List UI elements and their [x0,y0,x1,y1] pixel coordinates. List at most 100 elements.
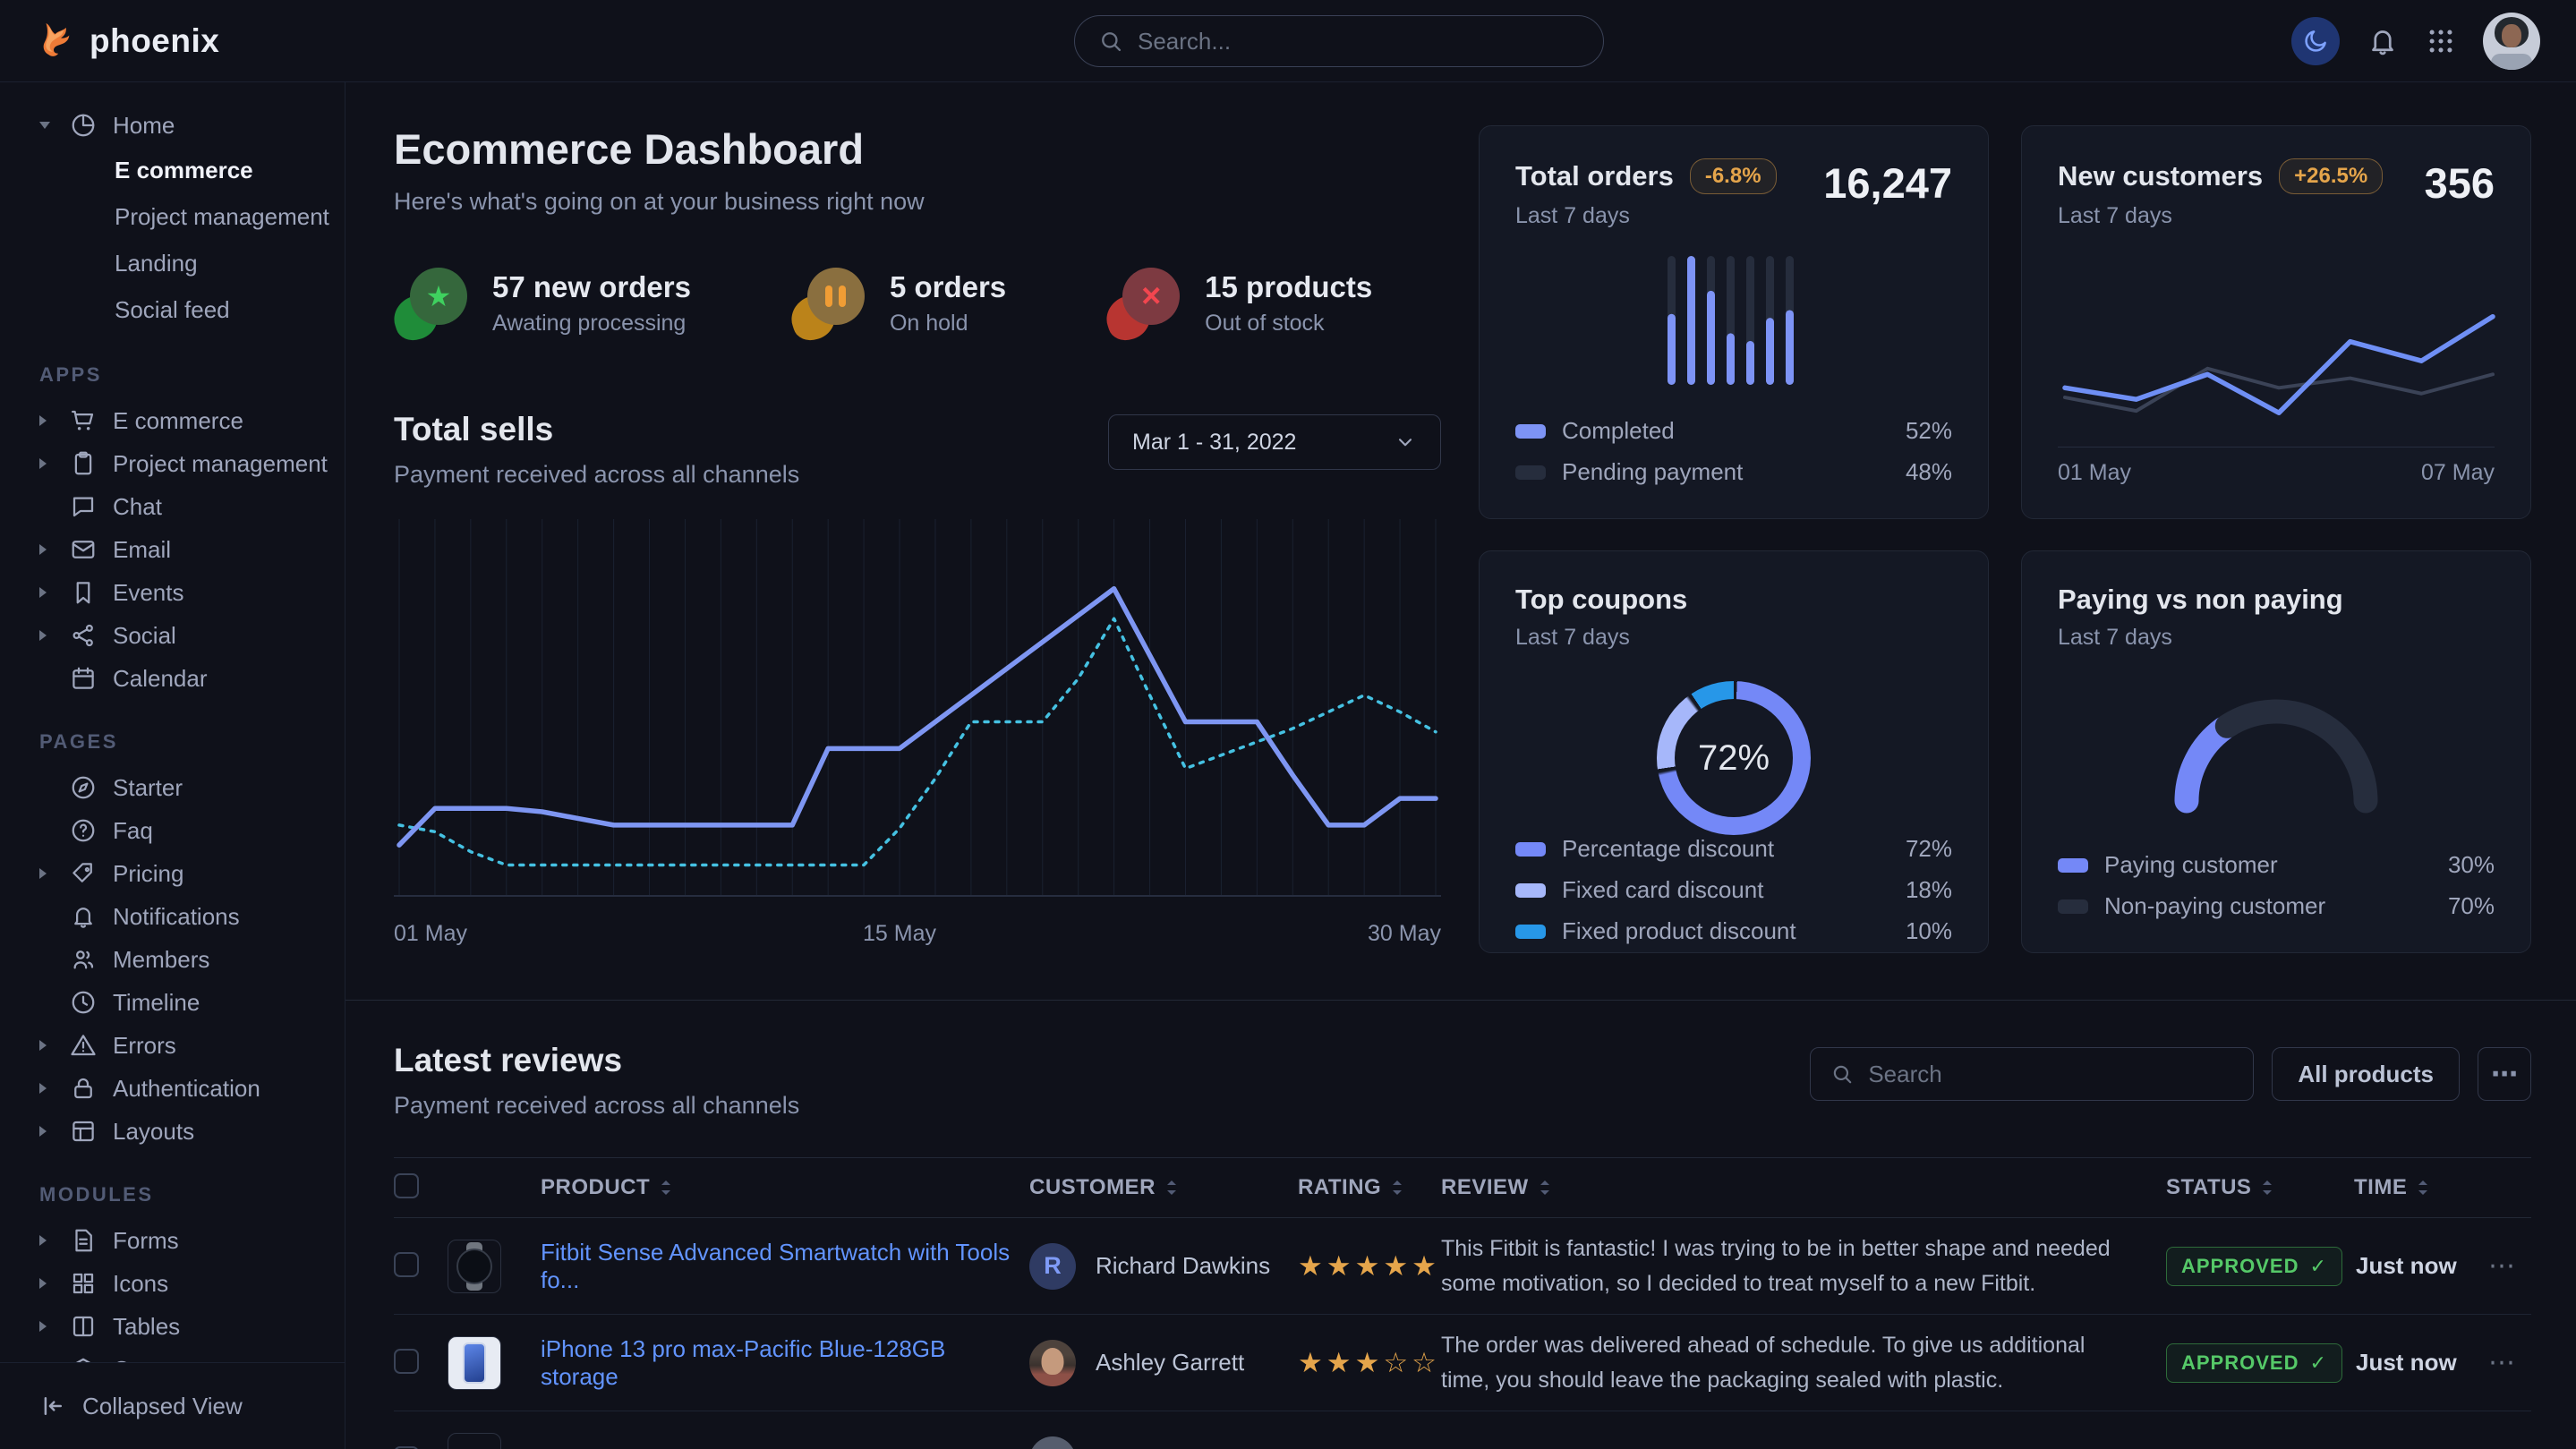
legend-label: Completed [1562,417,1675,445]
legend-swatch [1515,424,1546,439]
stat-value: 15 products [1205,270,1372,304]
customer-name: Ashley Garrett [1096,1349,1244,1377]
sidebar-item-timeline[interactable]: Timeline [0,981,345,1024]
clock-icon-wrap [70,989,100,1016]
x-tick: 15 May [863,921,936,947]
sidebar-item-project-management[interactable]: Project management [0,442,345,485]
new-customers-value: 356 [2425,158,2495,208]
question-circle-icon-wrap [70,817,100,844]
review-row-2: iPhone 13 pro max-Pacific Blue-128GB sto… [394,1315,2531,1411]
caret-slot [39,1083,57,1094]
column-header-customer[interactable]: CUSTOMER [1020,1175,1289,1200]
date-range-value: Mar 1 - 31, 2022 [1132,430,1296,456]
sidebar-item-errors[interactable]: Errors [0,1024,345,1067]
dashboard-top-section: Ecommerce Dashboard Here's what's going … [345,82,2576,957]
sidebar-subitem-e-commerce[interactable]: E commerce [0,147,345,193]
apps-grid-button[interactable] [2426,26,2456,56]
row-checkbox-cell [394,1252,448,1280]
product-cell: Fitbit Sense Advanced Smartwatch with To… [448,1239,1020,1294]
avatar-face-shape [2502,24,2521,47]
sidebar-item-pricing[interactable]: Pricing [0,852,345,895]
caret-slot [39,1278,57,1289]
coupons-donut-chart: 72% [1657,681,1811,835]
sidebar: HomeE commerceProject managementLandingS… [0,82,345,1449]
sidebar-item-chat[interactable]: Chat [0,485,345,528]
stat-label: On hold [890,311,1006,337]
sidebar-item-home[interactable]: Home [0,104,345,147]
column-header-review[interactable]: REVIEW [1432,1175,2157,1200]
notifications-button[interactable] [2367,25,2399,57]
reviews-search-input[interactable] [1868,1061,2233,1088]
grid-4-icon-wrap [70,1270,100,1297]
stat-label: Awating processing [492,311,691,337]
collapsed-view-toggle[interactable]: Collapsed View [0,1381,345,1431]
caret-slot [39,1126,57,1137]
column-header-label: REVIEW [1441,1175,1529,1200]
row-checkbox[interactable] [394,1349,419,1374]
legend-item-pending-payment: Pending payment48% [1515,458,1952,486]
caret-slot [39,122,57,129]
caret-slot [39,1040,57,1051]
pause-icon [807,268,865,325]
series-previous-period [2065,369,2493,411]
stat-value: 5 orders [890,270,1006,304]
column-header-product[interactable]: PRODUCT [448,1175,1020,1200]
phoenix-logo-icon [36,21,77,62]
sidebar-subitem-social-feed[interactable]: Social feed [0,286,345,333]
row-actions-icon[interactable]: ⋯ [2488,1348,2515,1377]
table-icon-wrap [70,1313,100,1340]
sidebar-item-components[interactable]: Components [0,1348,345,1362]
sidebar-item-social[interactable]: Social [0,614,345,657]
sidebar-item-tables[interactable]: Tables [0,1305,345,1348]
sidebar-item-e-commerce[interactable]: E commerce [0,399,345,442]
brand[interactable]: phoenix [36,21,219,62]
sidebar-item-layouts[interactable]: Layouts [0,1110,345,1153]
select-all-checkbox[interactable] [394,1173,419,1198]
sort-icon [2260,1178,2274,1198]
column-header-time[interactable]: TIME [2345,1175,2488,1200]
status-cell: APPROVED✓ [2157,1247,2345,1286]
row-checkbox[interactable] [394,1252,419,1277]
sidebar-item-label: Project management [113,450,328,478]
sidebar-item-notifications[interactable]: Notifications [0,895,345,938]
sidebar-item-authentication[interactable]: Authentication [0,1067,345,1110]
row-checkbox[interactable] [394,1446,419,1449]
compass-icon-wrap [70,774,100,801]
rating-stars: ★★★★★ [1298,1250,1440,1282]
time-cell: Just now [2345,1252,2488,1280]
bell-icon [70,903,97,930]
product-link[interactable]: iPhone 13 pro max-Pacific Blue-128GB sto… [541,1335,1020,1391]
product-link[interactable]: Fitbit Sense Advanced Smartwatch with To… [541,1239,1020,1294]
caret-slot [39,868,57,879]
legend-value: 10% [1906,917,1952,945]
sidebar-item-label: Errors [113,1032,176,1060]
row-actions-icon[interactable]: ⋯ [2488,1251,2515,1281]
sidebar-item-members[interactable]: Members [0,938,345,981]
sidebar-item-email[interactable]: Email [0,528,345,571]
sidebar-item-icons[interactable]: Icons [0,1262,345,1305]
sidebar-subitem-label: E commerce [115,157,253,184]
theme-toggle-button[interactable] [2291,17,2340,65]
topnav: phoenix [0,0,2576,82]
total-orders-card: Total orders -6.8% Last 7 days 16,247 Co… [1479,125,1989,519]
sidebar-item-faq[interactable]: Faq [0,809,345,852]
sidebar-item-starter[interactable]: Starter [0,766,345,809]
chat-icon [70,493,97,520]
sidebar-item-events[interactable]: Events [0,571,345,614]
column-header-rating[interactable]: RATING [1289,1175,1432,1200]
sidebar-item-calendar[interactable]: Calendar [0,657,345,700]
column-header-label: CUSTOMER [1029,1175,1156,1200]
reviews-table: PRODUCT CUSTOMER RATING REVIEW STATUSTIME Fi… [394,1157,2531,1449]
search-input[interactable] [1138,28,1580,55]
more-options-button[interactable]: ⋯ [2478,1047,2531,1101]
status-label: APPROVED [2181,1255,2299,1278]
sidebar-subitem-landing[interactable]: Landing [0,240,345,286]
date-range-select[interactable]: Mar 1 - 31, 2022 [1108,414,1441,470]
row-checkbox-cell [394,1349,448,1377]
sidebar-subitem-project-management[interactable]: Project management [0,193,345,240]
column-header-status[interactable]: STATUS [2157,1175,2345,1200]
sidebar-item-forms[interactable]: Forms [0,1219,345,1262]
user-avatar[interactable] [2483,13,2540,70]
paying-legend: Paying customer30%Non-paying customer70% [2058,851,2495,920]
all-products-button[interactable]: All products [2272,1047,2460,1101]
